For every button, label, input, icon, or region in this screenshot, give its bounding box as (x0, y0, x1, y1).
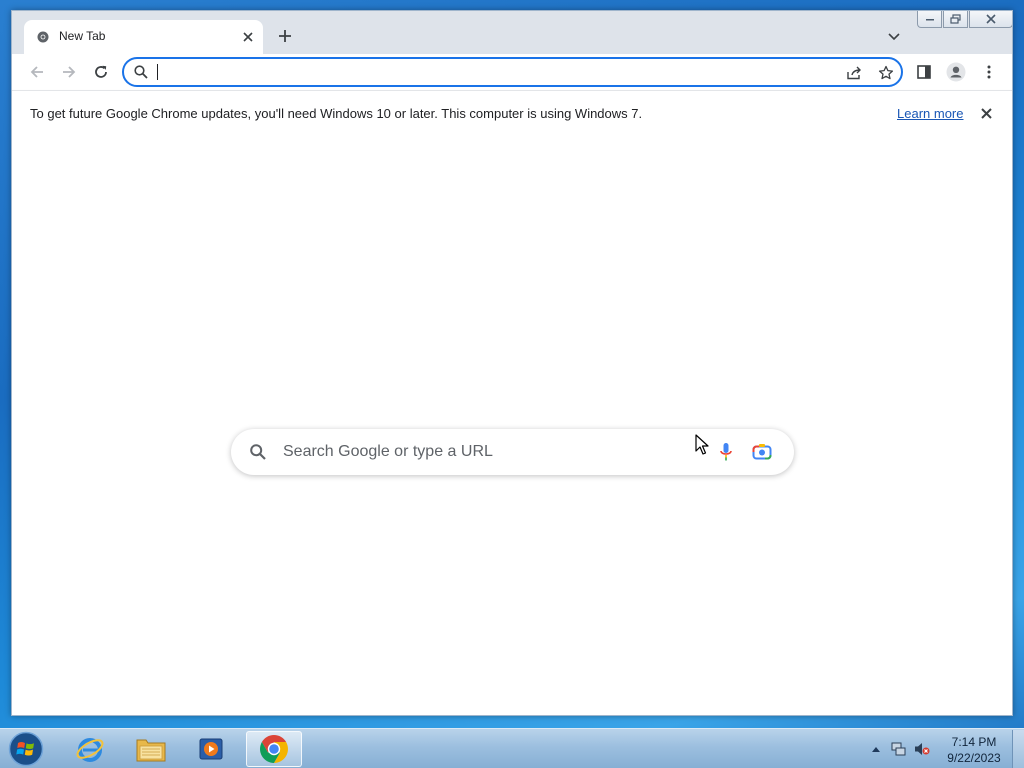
chrome-favicon-icon (37, 31, 49, 43)
bookmark-star-icon[interactable] (876, 63, 896, 83)
tab-title: New Tab (59, 29, 106, 43)
new-tab-page: Search Google or type a URL (12, 136, 1012, 715)
infobar-close-icon[interactable] (977, 104, 995, 122)
browser-toolbar (12, 54, 1012, 90)
taskbar-media-player[interactable] (183, 731, 239, 767)
window-controls (917, 11, 1012, 29)
profile-avatar-icon[interactable] (944, 60, 968, 84)
update-infobar: To get future Google Chrome updates, you… (12, 90, 1012, 136)
show-desktop-button[interactable] (1012, 730, 1024, 768)
taskbar-windows-explorer[interactable] (123, 731, 179, 767)
address-bar[interactable] (122, 57, 903, 87)
tab-new-tab[interactable]: New Tab (24, 20, 263, 54)
new-tab-button[interactable] (274, 25, 296, 47)
tab-strip: New Tab (12, 11, 1012, 54)
tab-close-icon[interactable] (239, 28, 257, 46)
search-icon (134, 65, 148, 79)
address-input[interactable] (154, 61, 834, 83)
voice-search-mic-icon[interactable] (715, 441, 737, 463)
taskbar-google-chrome[interactable] (246, 731, 302, 767)
search-icon (250, 444, 266, 460)
media-player-icon (199, 738, 223, 760)
reload-icon[interactable] (89, 60, 113, 84)
internet-explorer-icon (76, 738, 104, 762)
infobar-message: To get future Google Chrome updates, you… (30, 106, 643, 121)
maximize-button[interactable] (943, 11, 968, 28)
folder-icon (136, 739, 166, 762)
clock-time: 7:14 PM (951, 735, 997, 749)
back-arrow-icon[interactable] (25, 60, 49, 84)
desktop: New Tab To get future Google Chrome upda… (0, 0, 1024, 768)
mouse-cursor-icon (695, 434, 709, 455)
volume-muted-icon[interactable] (914, 741, 930, 757)
minimize-button[interactable] (917, 11, 942, 28)
forward-arrow-icon[interactable] (57, 60, 81, 84)
network-icon[interactable] (890, 741, 906, 757)
share-icon[interactable] (844, 63, 864, 83)
learn-more-link[interactable]: Learn more (897, 106, 963, 121)
windows-start-orb-icon (8, 731, 44, 767)
taskbar: 7:14 PM 9/22/2023 (0, 728, 1024, 768)
side-panel-icon[interactable] (912, 60, 936, 84)
ntp-search-box[interactable]: Search Google or type a URL (231, 429, 794, 475)
chrome-window: New Tab To get future Google Chrome upda… (11, 10, 1013, 716)
text-caret (157, 64, 158, 80)
close-window-button[interactable] (969, 11, 1012, 28)
tab-search-chevron-icon[interactable] (884, 27, 904, 47)
google-lens-camera-icon[interactable] (751, 441, 773, 463)
show-hidden-icons-arrow-icon[interactable] (868, 741, 884, 757)
start-button[interactable] (6, 730, 46, 768)
kebab-menu-icon[interactable] (977, 60, 1001, 84)
clock-date: 9/22/2023 (947, 751, 1001, 765)
chrome-icon (260, 735, 288, 763)
system-clock[interactable]: 7:14 PM 9/22/2023 (940, 734, 1008, 766)
taskbar-internet-explorer[interactable] (62, 731, 118, 767)
ntp-search-placeholder: Search Google or type a URL (283, 443, 493, 460)
